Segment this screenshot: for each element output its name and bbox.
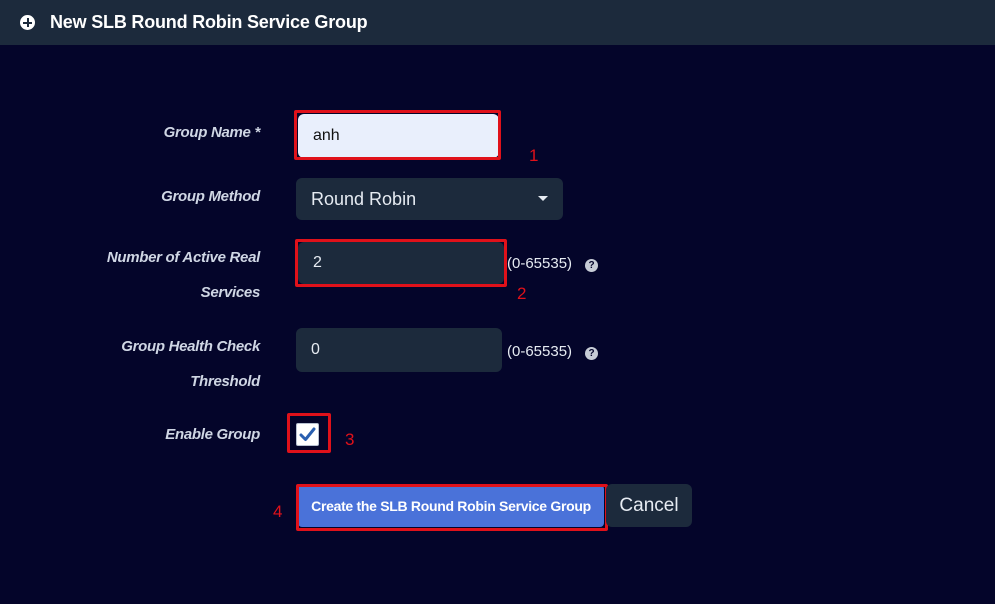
new-service-group-panel: New SLB Round Robin Service Group Group …: [0, 0, 995, 604]
group-method-selected: Round Robin: [311, 188, 417, 209]
step-number-3: 3: [345, 430, 355, 449]
health-check-label-line2: Threshold: [190, 373, 260, 390]
cancel-button[interactable]: Cancel: [606, 484, 692, 527]
active-real-services-label-line2: Services: [200, 284, 261, 301]
help-icon[interactable]: ?: [585, 259, 598, 272]
plus-circle-icon: [20, 15, 35, 30]
health-check-label-line1: Group Health Check: [121, 338, 260, 355]
enable-group-checkbox[interactable]: [296, 423, 319, 446]
step-number-2: 2: [517, 284, 527, 303]
step-number-4: 4: [273, 502, 283, 521]
active-real-services-label-line1: Number of Active Real: [106, 249, 260, 266]
step-number-1: 1: [529, 146, 539, 165]
group-name-input[interactable]: [298, 114, 499, 158]
group-name-label: Group Name *: [163, 124, 261, 141]
active-real-services-input[interactable]: [298, 242, 504, 284]
panel-header: New SLB Round Robin Service Group: [0, 0, 995, 45]
group-method-label: Group Method: [161, 188, 260, 205]
chevron-down-icon: [538, 196, 548, 201]
active-real-services-range: (0-65535): [507, 255, 573, 272]
health-check-threshold-input[interactable]: [296, 328, 502, 372]
group-method-select[interactable]: Round Robin: [296, 178, 563, 220]
panel-title: New SLB Round Robin Service Group: [50, 12, 368, 32]
enable-group-label: Enable Group: [165, 426, 260, 443]
health-check-range: (0-65535): [507, 343, 573, 360]
create-service-group-button[interactable]: Create the SLB Round Robin Service Group: [298, 485, 604, 527]
help-icon[interactable]: ?: [585, 347, 598, 360]
checkmark-icon: [299, 427, 316, 441]
